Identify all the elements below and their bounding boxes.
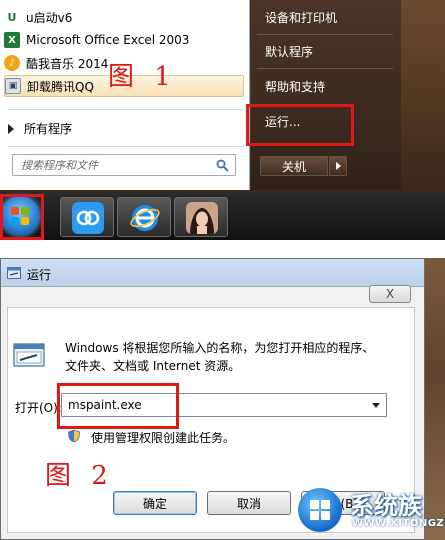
excel-icon: X — [4, 32, 20, 48]
dialog-title: 运行 — [27, 268, 52, 282]
all-programs-label: 所有程序 — [24, 122, 73, 136]
admin-note: 使用管理权限创建此任务。 — [91, 431, 236, 445]
windows-logo-pane — [310, 511, 319, 520]
chevron-down-icon[interactable] — [372, 403, 380, 408]
figure-1-caption: 图 1 — [108, 62, 177, 92]
program-label: 卸载腾讯QQ — [27, 79, 94, 94]
help-support-link[interactable]: 帮助和支持 — [265, 78, 325, 95]
command-highlight-box — [57, 383, 179, 429]
program-label: u启动v6 — [26, 10, 73, 25]
uninstall-icon: ▣ — [5, 78, 21, 94]
windows-logo-pane — [321, 500, 330, 509]
program-item-excel[interactable]: X Microsoft Office Excel 2003 — [4, 29, 244, 51]
triangle-right-icon — [8, 123, 14, 134]
menu-divider — [8, 146, 244, 147]
cancel-button[interactable]: 取消 — [207, 491, 291, 515]
run-highlight-box — [246, 104, 354, 146]
run-icon — [13, 343, 45, 367]
start-menu-programs-pane: U u启动v6 X Microsoft Office Excel 2003 ♪ … — [0, 0, 250, 190]
taskbar-app-ie[interactable] — [117, 197, 171, 237]
search-box[interactable] — [12, 154, 236, 176]
internet-explorer-icon — [130, 205, 160, 231]
watermark-name: 系统族 — [350, 492, 422, 520]
program-label: 酷我音乐 2014 — [26, 56, 109, 71]
kuwo-music-icon: ♪ — [4, 55, 20, 71]
program-item-uqidong[interactable]: U u启动v6 — [4, 6, 244, 28]
windows-logo-icon — [298, 488, 342, 532]
menu-divider — [257, 68, 393, 69]
cloud-icon — [72, 202, 104, 234]
site-watermark: 系统族 WWW.XITONGZU.NET — [298, 484, 445, 540]
menu-divider — [8, 109, 244, 110]
open-label: 打开(O): — [15, 401, 62, 415]
avatar-photo-icon — [186, 202, 218, 234]
start-highlight-box — [0, 194, 44, 240]
triangle-right-icon — [335, 162, 341, 170]
shield-icon — [68, 429, 80, 443]
dialog-description: Windows 将根据您所输入的名称，为您打开相应的程序、文件夹、文档或 Int… — [65, 341, 375, 373]
search-icon[interactable] — [216, 159, 229, 172]
shutdown-button[interactable]: 关机 — [260, 156, 328, 176]
menu-divider — [257, 34, 393, 35]
desktop-wallpaper — [401, 0, 445, 190]
close-button[interactable]: X — [369, 285, 411, 303]
dialog-titlebar: 运行 — [1, 259, 424, 287]
taskbar-app-photo[interactable] — [174, 197, 228, 237]
all-programs-link[interactable]: 所有程序 — [8, 120, 72, 137]
shutdown-options-button[interactable] — [329, 156, 347, 176]
program-label: Microsoft Office Excel 2003 — [26, 33, 190, 47]
run-dialog-figure: 运行 X Windows 将根据您所输入的名称，为您打开相应的程序、文件夹、文档… — [0, 258, 445, 540]
search-input[interactable] — [21, 158, 207, 172]
taskbar-app-baidu-cloud[interactable] — [60, 197, 114, 237]
u-qidong-icon: U — [7, 10, 17, 24]
run-app-icon — [7, 267, 21, 279]
devices-printers-link[interactable]: 设备和打印机 — [265, 9, 337, 26]
windows-logo-pane — [321, 511, 330, 520]
default-programs-link[interactable]: 默认程序 — [265, 43, 313, 60]
start-menu-figure: U u启动v6 X Microsoft Office Excel 2003 ♪ … — [0, 0, 445, 240]
ok-button[interactable]: 确定 — [113, 491, 197, 515]
windows-logo-pane — [310, 500, 319, 509]
figure-2-caption: 图 2 — [45, 461, 114, 491]
watermark-url: WWW.XITONGZU.NET — [352, 518, 445, 529]
